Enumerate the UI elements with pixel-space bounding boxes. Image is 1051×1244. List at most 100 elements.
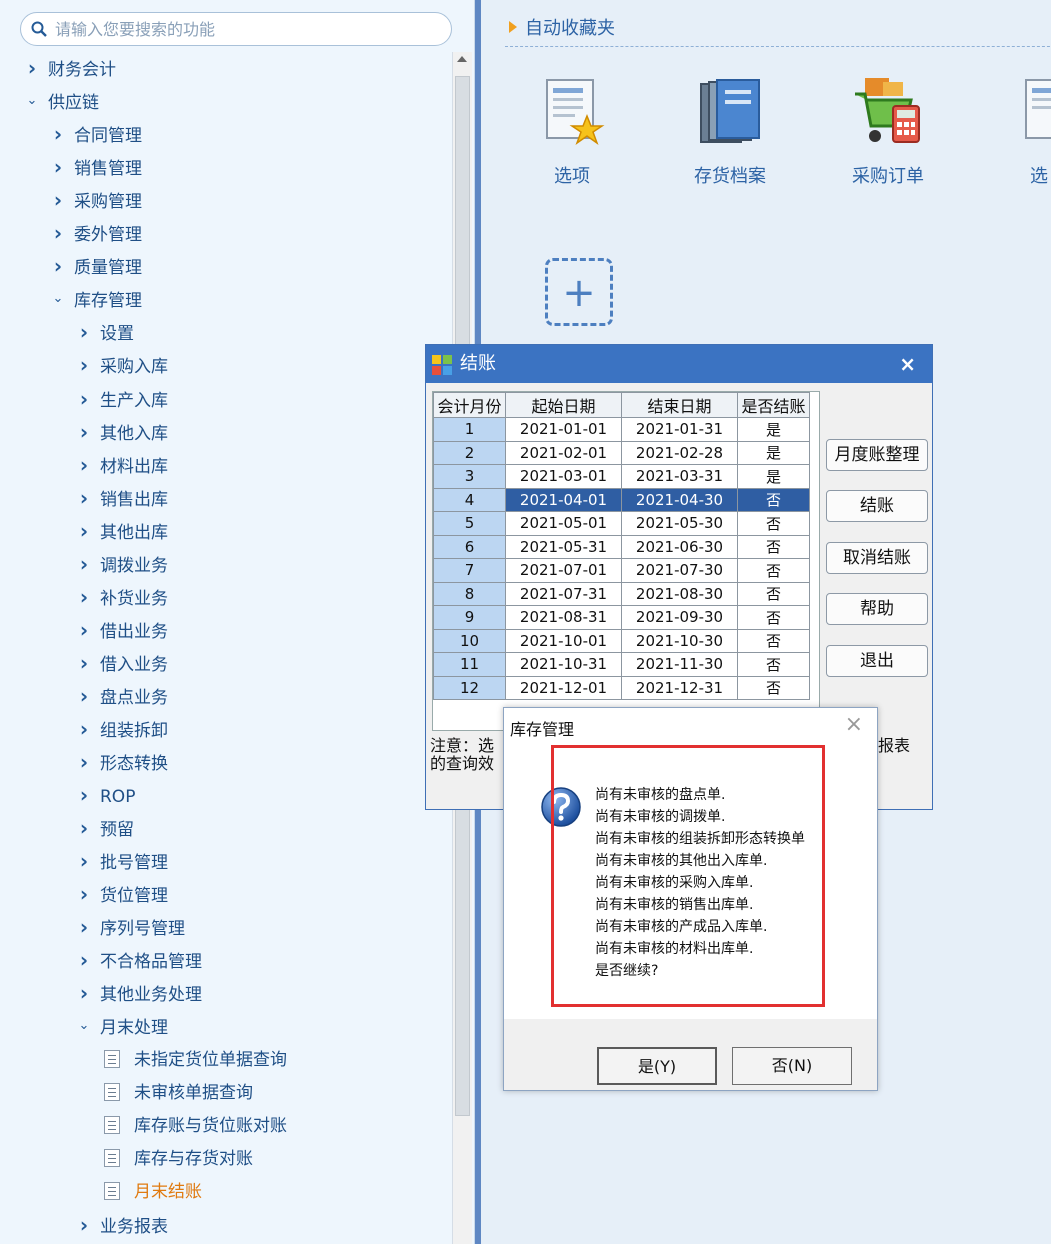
chevron-right-icon[interactable]: › (74, 748, 94, 776)
favorite-item-inventory-archive[interactable]: 存货档案 (670, 76, 790, 188)
column-header[interactable]: 起始日期 (505, 392, 622, 418)
chevron-right-icon[interactable]: › (74, 979, 94, 1007)
chevron-down-icon[interactable]: ⌄ (74, 1012, 94, 1040)
tree-item[interactable]: › 批号管理 (74, 847, 168, 875)
chevron-right-icon[interactable]: › (74, 649, 94, 677)
chevron-right-icon[interactable]: › (74, 946, 94, 974)
tree-item[interactable]: › 其他入库 (74, 418, 168, 446)
chevron-right-icon[interactable]: › (74, 385, 94, 413)
chevron-right-icon[interactable]: › (74, 682, 94, 710)
favorite-item-options-2[interactable]: 选 (986, 76, 1051, 188)
table-row[interactable]: 11 2021-10-31 2021-11-30 否 (433, 652, 810, 677)
tree-item[interactable]: › 材料出库 (74, 451, 168, 479)
table-row[interactable]: 5 2021-05-01 2021-05-30 否 (433, 511, 810, 536)
tree-item[interactable]: › 调拨业务 (74, 550, 168, 578)
tree-item[interactable]: › 形态转换 (74, 748, 168, 776)
table-row[interactable]: 12 2021-12-01 2021-12-31 否 (433, 675, 810, 700)
closing-dialog-titlebar[interactable]: 结账 × (426, 345, 932, 383)
tree-item[interactable]: › 组装拆卸 (74, 715, 168, 743)
no-button[interactable]: 否(N) (732, 1047, 852, 1085)
table-row[interactable]: 9 2021-08-31 2021-09-30 否 (433, 605, 810, 630)
chevron-right-icon[interactable]: › (74, 451, 94, 479)
tree-item[interactable]: › 预留 (74, 814, 134, 842)
chevron-right-icon[interactable]: › (74, 847, 94, 875)
tree-item[interactable]: ⌄ 供应链 (22, 87, 99, 115)
chevron-right-icon[interactable]: › (48, 219, 68, 247)
chevron-right-icon[interactable]: › (74, 351, 94, 379)
search-input[interactable] (55, 17, 445, 41)
tree-item[interactable]: › 货位管理 (74, 880, 168, 908)
chevron-right-icon[interactable]: › (74, 781, 94, 809)
chevron-right-icon[interactable]: › (74, 1211, 94, 1239)
chevron-right-icon[interactable]: › (74, 880, 94, 908)
search-box[interactable] (20, 12, 452, 46)
table-row[interactable]: 7 2021-07-01 2021-07-30 否 (433, 558, 810, 583)
exit-button[interactable]: 退出 (826, 645, 928, 677)
close-icon[interactable]: × (899, 345, 916, 383)
monthly-arrange-button[interactable]: 月度账整理 (826, 439, 928, 471)
table-row[interactable]: 2 2021-02-01 2021-02-28 是 (433, 440, 810, 465)
chevron-right-icon[interactable]: › (48, 186, 68, 214)
tree-item[interactable]: › 采购入库 (74, 351, 168, 379)
table-row[interactable]: 3 2021-03-01 2021-03-31 是 (433, 464, 810, 489)
tree-item[interactable]: › 委外管理 (48, 219, 142, 247)
tree-item[interactable]: 月末结账 (104, 1178, 202, 1206)
table-row[interactable]: 10 2021-10-01 2021-10-30 否 (433, 628, 810, 653)
chevron-right-icon[interactable]: › (74, 913, 94, 941)
favorite-item-options[interactable]: 选项 (512, 76, 632, 188)
chevron-right-icon[interactable]: › (48, 252, 68, 280)
chevron-down-icon[interactable]: ⌄ (22, 87, 42, 115)
tree-item[interactable]: › 补货业务 (74, 583, 168, 611)
tree-item[interactable]: › 其他出库 (74, 517, 168, 545)
close-account-button[interactable]: 结账 (826, 490, 928, 522)
tree-item[interactable]: › 财务会计 (22, 54, 116, 82)
tree-item[interactable]: › 不合格品管理 (74, 946, 202, 974)
chevron-right-icon[interactable]: › (74, 484, 94, 512)
chevron-right-icon[interactable]: › (74, 517, 94, 545)
tree-item[interactable]: › 序列号管理 (74, 913, 185, 941)
chevron-right-icon[interactable]: › (48, 153, 68, 181)
column-header[interactable]: 是否结账 (737, 392, 810, 418)
chevron-right-icon[interactable]: › (74, 583, 94, 611)
chevron-right-icon[interactable]: › (74, 318, 94, 346)
tree-item[interactable]: › 生产入库 (74, 385, 168, 413)
chevron-right-icon[interactable]: › (74, 616, 94, 644)
tree-item[interactable]: › 设置 (74, 318, 134, 346)
column-header[interactable]: 会计月份 (433, 392, 506, 418)
table-row[interactable]: 8 2021-07-31 2021-08-30 否 (433, 581, 810, 606)
chevron-right-icon[interactable]: › (74, 418, 94, 446)
tree-item[interactable]: › 合同管理 (48, 120, 142, 148)
tree-item[interactable]: 未指定货位单据查询 (104, 1046, 287, 1074)
help-button[interactable]: 帮助 (826, 593, 928, 625)
chevron-down-icon[interactable]: ⌄ (48, 285, 68, 313)
table-row[interactable]: 6 2021-05-31 2021-06-30 否 (433, 534, 810, 559)
tree-item[interactable]: ⌄ 库存管理 (48, 285, 142, 313)
add-favorite-button[interactable]: + (545, 258, 613, 326)
table-row[interactable]: 1 2021-01-01 2021-01-31 是 (433, 417, 810, 442)
tree-item[interactable]: › 借出业务 (74, 616, 168, 644)
scroll-up-icon[interactable] (457, 56, 467, 62)
tree-item[interactable]: 未审核单据查询 (104, 1079, 253, 1107)
yes-button[interactable]: 是(Y) (597, 1047, 717, 1085)
tree-item[interactable]: › 借入业务 (74, 649, 168, 677)
table-row[interactable]: 4 2021-04-01 2021-04-30 否 (433, 487, 810, 512)
tree-item[interactable]: › 销售管理 (48, 153, 142, 181)
chevron-right-icon[interactable]: › (48, 120, 68, 148)
tree-item[interactable]: › 质量管理 (48, 252, 142, 280)
favorite-item-purchase-order[interactable]: 采购订单 (828, 76, 948, 188)
chevron-right-icon[interactable]: › (74, 550, 94, 578)
tree-item[interactable]: 库存账与货位账对账 (104, 1112, 287, 1140)
tree-item[interactable]: 库存与存货对账 (104, 1145, 253, 1173)
chevron-right-icon[interactable]: › (74, 814, 94, 842)
close-icon[interactable]: × (845, 712, 863, 737)
tree-item[interactable]: › 采购管理 (48, 186, 142, 214)
tree-item[interactable]: ⌄ 月末处理 (74, 1012, 168, 1040)
column-header[interactable]: 结束日期 (621, 392, 738, 418)
tree-item[interactable]: › 销售出库 (74, 484, 168, 512)
tree-item[interactable]: › 业务报表 (74, 1211, 168, 1239)
tree-item[interactable]: › ROP (74, 781, 136, 809)
chevron-right-icon[interactable]: › (22, 54, 42, 82)
cancel-close-button[interactable]: 取消结账 (826, 542, 928, 574)
tree-item[interactable]: › 盘点业务 (74, 682, 168, 710)
tree-item[interactable]: › 其他业务处理 (74, 979, 202, 1007)
